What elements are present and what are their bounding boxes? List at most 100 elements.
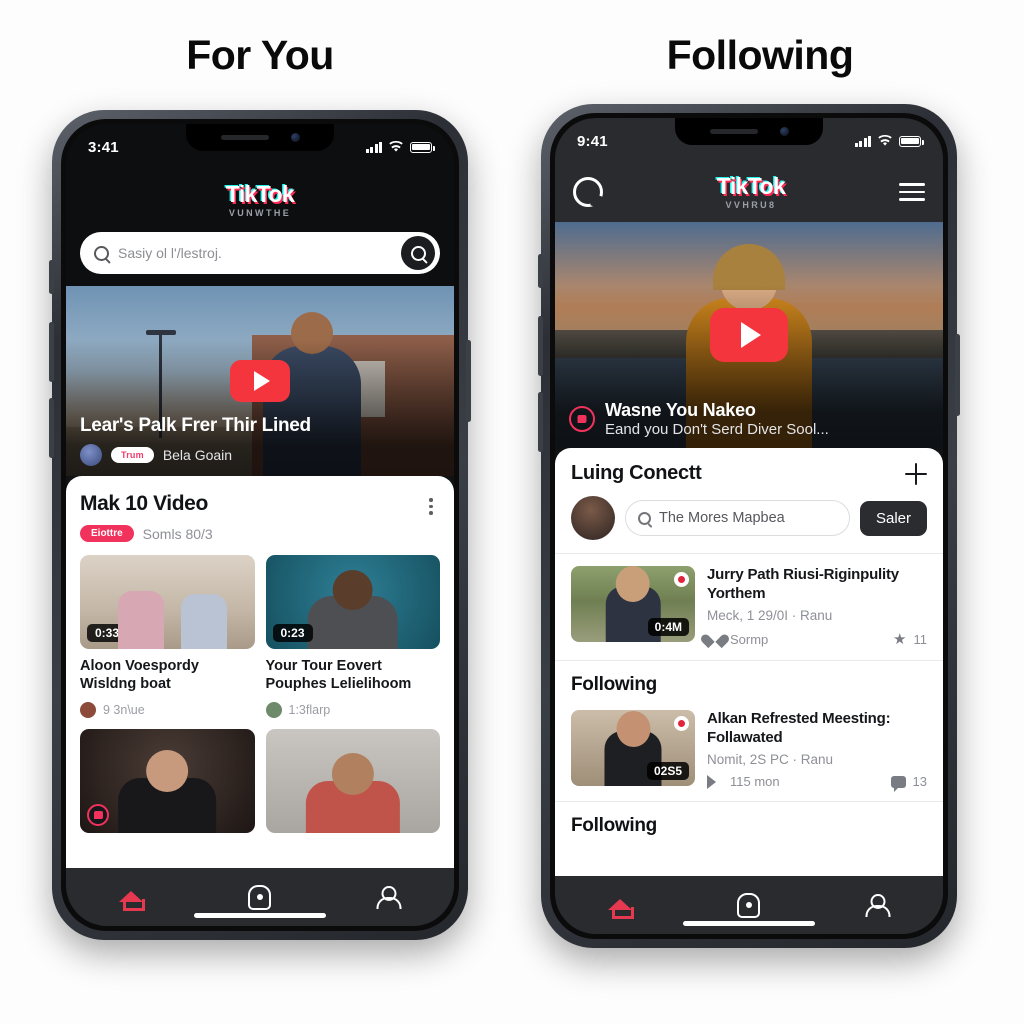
hero-text-block: Lear's Palk Frer Thir Lined Trum Bela Go… bbox=[80, 415, 440, 466]
heart-icon[interactable] bbox=[707, 632, 723, 646]
video-meta: 1:3flarp bbox=[265, 701, 441, 718]
star-icon[interactable]: ★ bbox=[893, 630, 906, 648]
channel-avatar bbox=[80, 701, 96, 718]
nav-item-discover[interactable] bbox=[721, 888, 777, 922]
kebab-menu-icon[interactable] bbox=[422, 492, 440, 515]
hero-text-block: Wasne You Nakeo Eand you Don't Serd Dive… bbox=[569, 400, 929, 438]
play-icon[interactable] bbox=[230, 360, 290, 402]
video-thumbnail[interactable] bbox=[80, 728, 255, 833]
caption-for-you: For You bbox=[186, 32, 334, 78]
video-list-card: Mak 10 Video Eiottre Somls 80/3 0:33 Alo… bbox=[66, 476, 454, 868]
mute-switch[interactable] bbox=[538, 254, 543, 288]
logo-icon[interactable] bbox=[573, 177, 603, 207]
channel-avatar bbox=[265, 701, 282, 718]
status-bar-left: 3:41 bbox=[66, 124, 454, 170]
hero-badge: Trum bbox=[111, 447, 154, 463]
front-camera-icon bbox=[290, 133, 300, 142]
page-title: Mak 10 Video bbox=[80, 492, 208, 515]
nav-item-home[interactable] bbox=[103, 880, 159, 914]
caption-following: Following bbox=[666, 32, 854, 78]
screenshot-canvas: For You Following 3:41 TikTok TikTok Tik… bbox=[0, 0, 1024, 1024]
phone-mockup-following: 9:41 TikTok TikTok TikTok VVHRU8 Wasne Y… bbox=[538, 104, 960, 948]
nav-item-discover[interactable] bbox=[232, 880, 288, 914]
share-icon[interactable] bbox=[707, 774, 723, 789]
mute-switch[interactable] bbox=[49, 260, 54, 294]
volume-down-button[interactable] bbox=[49, 398, 54, 458]
thumb-figure bbox=[118, 778, 217, 833]
list-item[interactable]: 0:23 Your Tour Eovert Pouphes Lelielihoo… bbox=[265, 555, 441, 718]
status-indicators bbox=[365, 141, 435, 153]
video-thumbnail[interactable] bbox=[265, 728, 440, 833]
video-thumbnail[interactable]: 0:33 bbox=[80, 555, 255, 649]
video-stats: 115 mon 13 bbox=[707, 774, 927, 792]
card-subheader: Eiottre Somls 80/3 bbox=[80, 525, 440, 542]
section-title-following-1: Following bbox=[571, 674, 657, 696]
nav-item-profile[interactable] bbox=[361, 880, 417, 914]
home-icon bbox=[607, 895, 634, 919]
avatar[interactable] bbox=[80, 444, 102, 466]
share-count: 115 mon bbox=[730, 774, 780, 790]
search-submit-button[interactable] bbox=[401, 236, 435, 270]
search-icon bbox=[94, 245, 109, 261]
volume-up-button[interactable] bbox=[538, 316, 543, 376]
video-thumbnail[interactable]: 0:23 bbox=[265, 555, 440, 649]
comment-count: 13 bbox=[912, 774, 927, 790]
hamburger-menu-icon[interactable] bbox=[899, 183, 925, 201]
logo-subtitle: VVHRU8 bbox=[725, 200, 777, 210]
search-input[interactable]: The Mores Mapbea bbox=[625, 500, 850, 536]
avatar[interactable] bbox=[571, 496, 615, 540]
status-indicators bbox=[854, 135, 924, 147]
record-badge-icon bbox=[674, 716, 689, 732]
video-thumbnail[interactable]: 02S5 bbox=[571, 710, 695, 787]
thumb-figure bbox=[307, 596, 399, 649]
nav-item-home[interactable] bbox=[592, 888, 648, 922]
logo-subtitle: VUNWTHE bbox=[228, 208, 292, 218]
front-camera-icon bbox=[779, 127, 789, 136]
list-item[interactable]: 02S5 Alkan Refrested Meesting: Follawate… bbox=[555, 698, 943, 801]
video-meta-text: Nomit, 2S PC · Ranu bbox=[707, 752, 834, 768]
hero-video-card[interactable]: Wasne You Nakeo Eand you Don't Serd Dive… bbox=[555, 222, 943, 448]
search-icon bbox=[410, 245, 426, 261]
search-bar[interactable]: Sasiy ol l'/lestroj. bbox=[80, 232, 440, 274]
volume-down-button[interactable] bbox=[538, 392, 543, 452]
logo-text: TikTok bbox=[716, 173, 786, 199]
video-title: Jurry Path Riusi-Riginpulity Yorthem bbox=[707, 566, 899, 602]
video-duration: 02S5 bbox=[646, 762, 689, 781]
app-logo-left: TikTok TikTok TikTok VUNWTHE bbox=[66, 180, 454, 218]
play-icon[interactable] bbox=[710, 308, 788, 362]
logo-text: TikTok bbox=[225, 181, 295, 207]
user-icon bbox=[378, 886, 401, 909]
wifi-icon bbox=[878, 135, 892, 146]
video-duration: 0:33 bbox=[87, 624, 128, 642]
comment-icon[interactable] bbox=[890, 775, 906, 792]
power-button[interactable] bbox=[466, 340, 471, 422]
earpiece-speaker bbox=[709, 129, 758, 134]
hero-byline: Bela Goain bbox=[162, 447, 233, 463]
volume-up-button[interactable] bbox=[49, 322, 54, 382]
video-meta-text: 9 3n\ue bbox=[103, 702, 145, 717]
video-stats: Sormp ★ 11 bbox=[707, 630, 927, 648]
channel-badge-icon bbox=[569, 406, 595, 432]
nav-item-profile[interactable] bbox=[850, 888, 906, 922]
saler-button[interactable]: Saler bbox=[859, 500, 927, 536]
search-icon bbox=[638, 511, 651, 525]
home-icon bbox=[118, 887, 145, 911]
video-thumbnail[interactable]: 0:4M bbox=[571, 566, 695, 642]
phone-mockup-for-you: 3:41 TikTok TikTok TikTok VUNWTHE Sasiy … bbox=[49, 110, 471, 940]
list-item[interactable]: 0:33 Aloon Voespordy Wisldng boat 9 3n\u… bbox=[80, 555, 255, 718]
section-title-following-2: Following bbox=[571, 815, 657, 837]
status-badge: Eiottre bbox=[80, 525, 134, 542]
card-header: Mak 10 Video bbox=[80, 492, 440, 516]
cellular-signal-icon bbox=[365, 141, 382, 153]
notch bbox=[675, 118, 823, 145]
user-icon bbox=[867, 894, 890, 917]
hero-video-card[interactable]: Lear's Palk Frer Thir Lined Trum Bela Go… bbox=[66, 286, 454, 476]
video-meta: 9 3n\ue bbox=[80, 701, 255, 718]
plus-icon[interactable] bbox=[905, 462, 927, 485]
connect-search-row: The Mores Mapbea Saler bbox=[555, 485, 943, 553]
search-input[interactable]: Sasiy ol l'/lestroj. bbox=[118, 245, 392, 261]
power-button[interactable] bbox=[955, 334, 960, 416]
card-subtitle: Somls 80/3 bbox=[142, 525, 213, 542]
list-item[interactable]: 0:4M Jurry Path Riusi-Riginpulity Yorthe… bbox=[555, 554, 943, 660]
video-info: Jurry Path Riusi-Riginpulity Yorthem Mec… bbox=[707, 566, 927, 648]
